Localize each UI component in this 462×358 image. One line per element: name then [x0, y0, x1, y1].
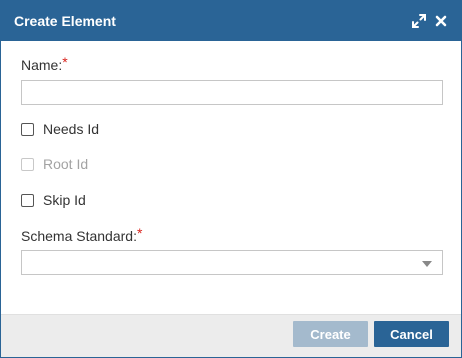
checkbox-label: Needs Id: [43, 121, 100, 137]
cancel-button[interactable]: Cancel: [374, 321, 449, 347]
name-label: Name:*: [21, 54, 68, 73]
name-label-text: Name:: [21, 57, 63, 73]
expand-icon[interactable]: [411, 13, 427, 29]
required-asterisk: *: [136, 225, 143, 241]
dialog-title: Create Element: [14, 13, 116, 29]
create-element-dialog: Create Element Name:* Needs Id Root Id S…: [0, 0, 462, 358]
checkbox-box[interactable]: [21, 122, 34, 136]
close-icon[interactable]: [433, 13, 449, 29]
dialog-footer: Create Cancel: [1, 314, 461, 357]
schema-standard-label: Schema Standard:*: [21, 225, 143, 244]
create-button[interactable]: Create: [293, 321, 368, 347]
checkbox-label: Skip Id: [43, 192, 86, 208]
checkbox-box: [21, 157, 34, 171]
schema-standard-select[interactable]: [21, 250, 443, 275]
caret-down-icon: [422, 254, 432, 272]
name-input[interactable]: [21, 80, 443, 105]
dialog-titlebar[interactable]: Create Element: [1, 1, 461, 41]
checkbox-label: Root Id: [43, 156, 89, 172]
skip-id-checkbox[interactable]: Skip Id: [21, 191, 86, 209]
schema-standard-label-text: Schema Standard:: [21, 228, 137, 244]
root-id-checkbox: Root Id: [21, 155, 88, 173]
needs-id-checkbox[interactable]: Needs Id: [21, 120, 99, 138]
required-asterisk: *: [62, 54, 68, 70]
checkbox-box[interactable]: [21, 193, 34, 207]
